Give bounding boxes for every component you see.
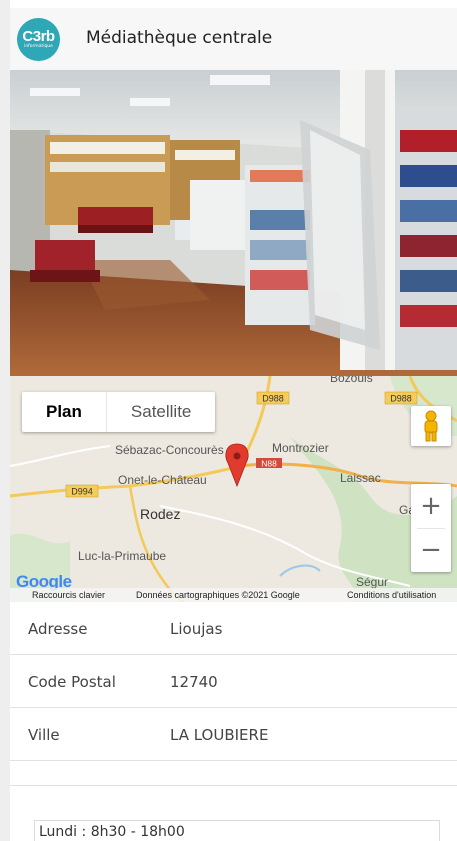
map-footer: Raccourcis clavier Données cartographiqu…: [10, 588, 457, 602]
opening-hours-box: Lundi : 8h30 - 18h00: [34, 820, 440, 841]
page-title: Médiathèque centrale: [86, 28, 273, 48]
map-widget[interactable]: Bozouls Sébazac-Concourès Montrozier One…: [10, 376, 457, 602]
map-label-rodez: Rodez: [140, 506, 180, 522]
detail-row-address: Adresse Lioujas: [10, 602, 457, 655]
c3rb-logo: C3rb informatique: [17, 18, 60, 61]
map-label-segur: Ségur: [356, 575, 388, 589]
road-d988-a: D988: [262, 394, 284, 404]
detail-label: Ville: [28, 726, 60, 744]
details-table: Adresse Lioujas Code Postal 12740 Ville …: [10, 602, 457, 786]
map-data-attribution: Données cartographiques ©2021 Google: [136, 590, 300, 600]
section-divider: [10, 761, 457, 786]
detail-row-city: Ville LA LOUBIERE: [10, 708, 457, 761]
zoom-in-button[interactable]: +: [411, 484, 451, 528]
map-tab-plan[interactable]: Plan: [22, 392, 106, 432]
map-label-montrozier: Montrozier: [272, 441, 329, 455]
map-label-luc: Luc-la-Primaube: [78, 549, 166, 563]
map-label-laissac: Laissac: [340, 471, 381, 485]
detail-value: LA LOUBIERE: [170, 726, 269, 744]
header: C3rb informatique Médiathèque centrale: [10, 8, 457, 70]
road-n88: N88: [261, 459, 277, 469]
road-d994: D994: [71, 487, 93, 497]
logo-text: C3rb: [22, 28, 55, 45]
app-frame: C3rb informatique Médiathèque centrale B…: [10, 0, 457, 841]
detail-label: Code Postal: [28, 673, 116, 691]
map-label-sebazac: Sébazac-Concourès: [115, 443, 224, 457]
hours-monday: Lundi : 8h30 - 18h00: [39, 824, 185, 840]
detail-label: Adresse: [28, 620, 88, 638]
terms-of-use-link[interactable]: Conditions d'utilisation: [347, 588, 436, 602]
detail-value: Lioujas: [170, 620, 223, 638]
zoom-out-button[interactable]: −: [411, 528, 451, 572]
map-label-onet: Onet-le-Château: [118, 473, 207, 487]
map-type-toggle: Plan Satellite: [22, 392, 216, 432]
keyboard-shortcuts-link[interactable]: Raccourcis clavier: [32, 588, 105, 602]
library-photo: [10, 70, 457, 376]
detail-row-postal-code: Code Postal 12740: [10, 655, 457, 708]
detail-value: 12740: [170, 673, 218, 691]
map-label-bozouls: Bozouls: [330, 376, 373, 385]
street-view-pegman-icon[interactable]: [411, 406, 451, 446]
map-tab-satellite[interactable]: Satellite: [105, 392, 215, 432]
road-d988-b: D988: [390, 394, 412, 404]
zoom-control: + −: [411, 484, 451, 572]
